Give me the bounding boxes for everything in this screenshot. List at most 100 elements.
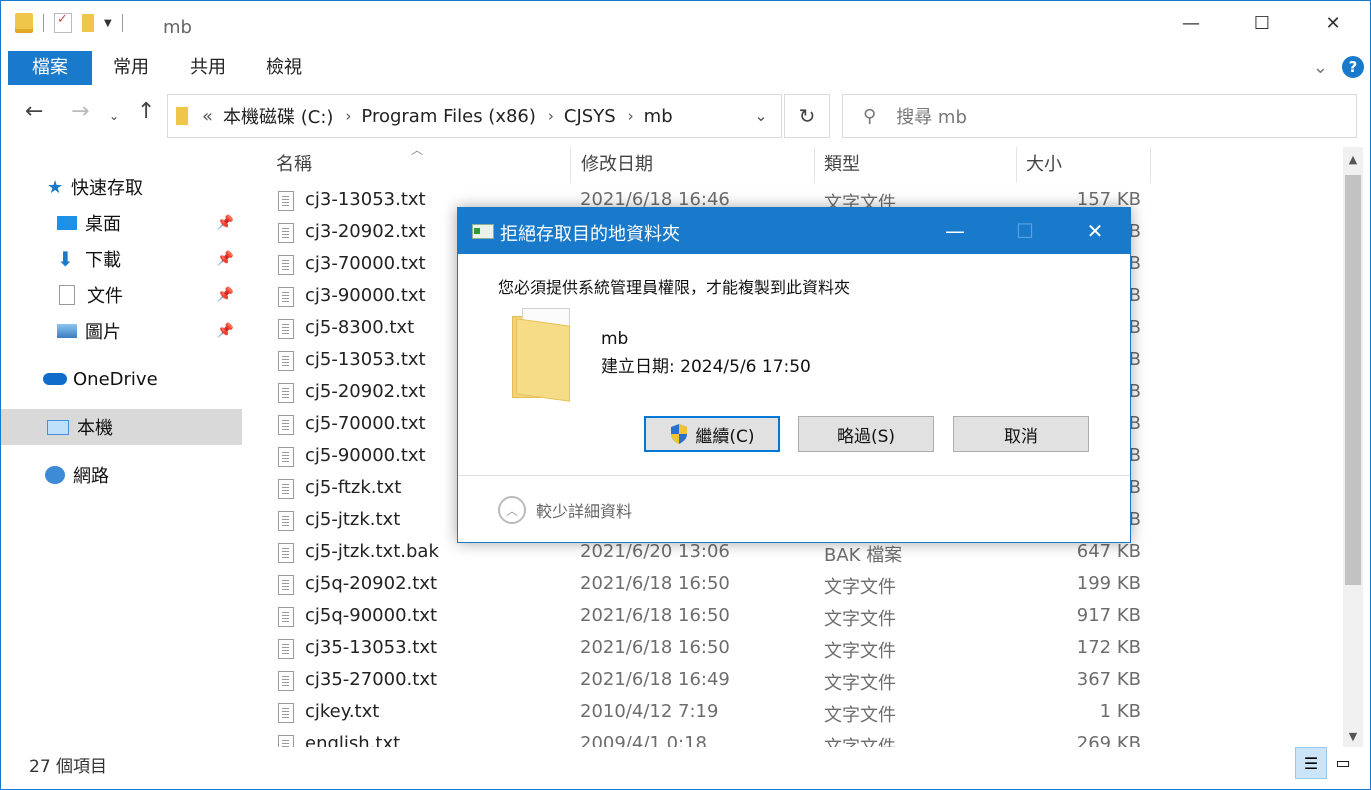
nav-label: 圖片 (85, 322, 121, 343)
ribbon-tabs: 檔案 常用 共用 檢視 ⌄ ? (1, 51, 1370, 85)
refresh-icon[interactable]: ↻ (784, 94, 830, 138)
dialog-close-button[interactable]: ✕ (1060, 208, 1130, 254)
nav-documents[interactable]: 文件 📌 (1, 277, 242, 313)
file-name: cj35-13053.txt (305, 637, 438, 658)
folder-name: mb (601, 329, 629, 349)
customize-toolbar-icon[interactable]: ▼ (104, 18, 112, 29)
column-header-size[interactable]: 大小 (1026, 147, 1062, 183)
new-folder-icon[interactable] (82, 14, 94, 32)
dialog-message: 您必須提供系統管理員權限，才能複製到此資料夾 (498, 278, 851, 297)
tab-home[interactable]: 常用 (99, 51, 163, 85)
nav-downloads[interactable]: ⬇ 下載 📌 (1, 241, 242, 277)
text-file-icon (278, 351, 294, 371)
back-arrow-icon[interactable]: ← (25, 99, 43, 124)
file-date: 2021/6/18 16:50 (580, 637, 730, 658)
chevron-right-icon[interactable]: › (548, 107, 554, 125)
nav-label: 文件 (87, 286, 123, 307)
search-box[interactable]: ⚲ 搜尋 mb (842, 94, 1357, 138)
nav-quick-access[interactable]: ★ 快速存取 (1, 169, 242, 205)
cancel-button[interactable]: 取消 (953, 416, 1089, 452)
properties-icon[interactable] (54, 12, 72, 33)
nav-label: 網路 (73, 466, 109, 487)
tab-file[interactable]: 檔案 (8, 51, 92, 85)
file-name: cj5-8300.txt (305, 317, 415, 338)
dialog-minimize-button[interactable]: — (920, 208, 990, 254)
file-row[interactable]: english.txt 2009/4/1 0:18 文字文件 269 KB (251, 729, 1341, 747)
file-type: BAK 檔案 (824, 545, 903, 566)
file-row[interactable]: cj5q-90000.txt 2021/6/18 16:50 文字文件 917 KB (251, 601, 1341, 633)
quick-access-toolbar: ▼ (15, 12, 123, 33)
ribbon-controls: ⌄ ? (1313, 56, 1364, 78)
breadcrumb-program-files[interactable]: Program Files (x86) (361, 106, 536, 127)
item-count: 27 個項目 (29, 757, 108, 777)
address-bar[interactable]: « 本機磁碟 (C:) › Program Files (x86) › CJSY… (167, 94, 782, 138)
forward-arrow-icon[interactable]: → (71, 99, 89, 124)
file-row[interactable]: cjkey.txt 2010/4/12 7:19 文字文件 1 KB (251, 697, 1341, 729)
nav-network[interactable]: 網路 (1, 457, 242, 493)
file-name: cj5-jtzk.txt (305, 509, 401, 530)
column-divider[interactable] (570, 147, 571, 183)
nav-label: 桌面 (85, 214, 121, 235)
chevron-right-icon[interactable]: › (628, 107, 634, 125)
folder-icon[interactable] (15, 13, 33, 33)
scrollbar-thumb[interactable] (1345, 175, 1361, 585)
up-arrow-icon[interactable]: ↑ (137, 99, 155, 124)
column-header-type[interactable]: 類型 (824, 147, 860, 183)
address-dropdown-icon[interactable]: ⌄ (743, 94, 779, 136)
breadcrumb-mb[interactable]: mb (644, 106, 673, 127)
scroll-down-icon[interactable]: ▼ (1343, 730, 1363, 743)
file-row[interactable]: cj35-27000.txt 2021/6/18 16:49 文字文件 367 KB (251, 665, 1341, 697)
maximize-button[interactable]: ☐ (1227, 1, 1297, 45)
nav-desktop[interactable]: 桌面 📌 (1, 205, 242, 241)
search-placeholder: 搜尋 mb (896, 107, 967, 128)
column-divider[interactable] (1016, 147, 1017, 183)
tab-view[interactable]: 檢視 (252, 51, 316, 85)
text-file-icon (278, 223, 294, 243)
chevron-right-icon[interactable]: › (345, 107, 351, 125)
folder-created-date: 建立日期: 2024/5/6 17:50 (601, 357, 811, 377)
file-name: cj5q-20902.txt (305, 573, 438, 594)
file-date: 2021/6/18 16:49 (580, 669, 730, 690)
column-divider[interactable] (814, 147, 815, 183)
expand-ribbon-icon[interactable]: ⌄ (1313, 57, 1328, 78)
pin-icon[interactable]: 📌 (217, 323, 234, 339)
document-icon (59, 285, 75, 305)
pin-icon[interactable]: 📌 (217, 287, 234, 303)
file-type: 文字文件 (824, 609, 896, 630)
recent-locations-icon[interactable]: ⌄ (109, 109, 119, 123)
vertical-scrollbar[interactable]: ▲ ▼ (1343, 147, 1363, 747)
skip-button[interactable]: 略過(S) (798, 416, 934, 452)
navigation-pane: ★ 快速存取 桌面 📌 ⬇ 下載 📌 文件 📌 圖片 📌 OneDrive 本機… (1, 146, 244, 746)
column-header-name[interactable]: 名稱 (276, 147, 312, 183)
nav-this-pc[interactable]: 本機 (1, 409, 242, 445)
uac-shield-icon (669, 423, 689, 445)
pin-icon[interactable]: 📌 (217, 251, 234, 267)
file-row[interactable]: cj5q-20902.txt 2021/6/18 16:50 文字文件 199 KB (251, 569, 1341, 601)
tab-share[interactable]: 共用 (176, 51, 240, 85)
nav-pictures[interactable]: 圖片 📌 (1, 313, 242, 349)
breadcrumb-drive[interactable]: 本機磁碟 (C:) (223, 103, 333, 129)
file-name: cj5-ftzk.txt (305, 477, 402, 498)
folder-front (516, 318, 570, 402)
continue-button[interactable]: 繼續(C) (644, 416, 780, 452)
pin-icon[interactable]: 📌 (217, 215, 234, 231)
address-overflow[interactable]: « (202, 106, 213, 127)
column-divider[interactable] (1150, 147, 1151, 183)
close-button[interactable]: ✕ (1298, 1, 1368, 45)
large-icons-view-icon[interactable]: ▭ (1328, 747, 1358, 777)
text-file-icon (278, 735, 294, 747)
less-details-toggle[interactable]: ︿ 較少詳細資料 (498, 496, 632, 524)
file-size: 172 KB (1076, 637, 1141, 658)
nav-onedrive[interactable]: OneDrive (1, 361, 242, 397)
file-row[interactable]: cj35-13053.txt 2021/6/18 16:50 文字文件 172 KB (251, 633, 1341, 665)
computer-icon (47, 419, 69, 435)
minimize-button[interactable]: — (1156, 1, 1226, 45)
nav-label: 下載 (85, 250, 121, 271)
breadcrumb-cjsys[interactable]: CJSYS (564, 106, 616, 127)
help-icon[interactable]: ? (1342, 56, 1364, 78)
file-name: cj5q-90000.txt (305, 605, 438, 626)
scroll-up-icon[interactable]: ▲ (1343, 153, 1363, 166)
column-header-date[interactable]: 修改日期 (581, 147, 653, 183)
file-size: 367 KB (1076, 669, 1141, 690)
details-view-icon[interactable]: ☰ (1295, 747, 1327, 779)
